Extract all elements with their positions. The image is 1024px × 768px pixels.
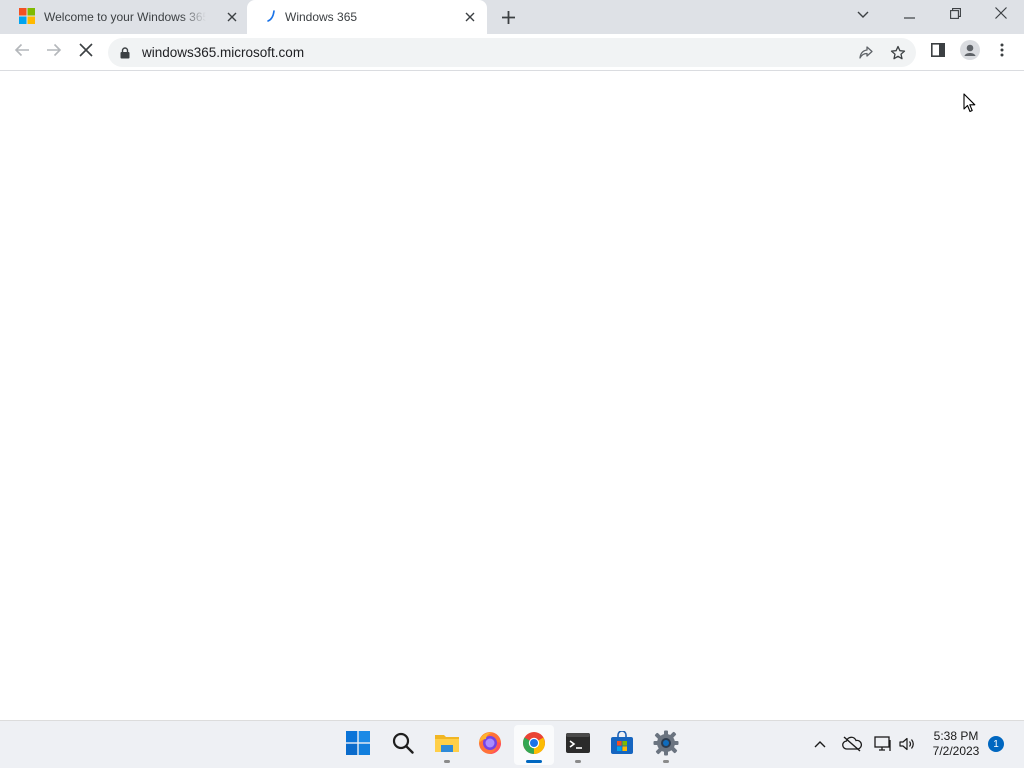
firefox-icon bbox=[478, 731, 502, 760]
windows-start-icon bbox=[346, 730, 370, 760]
close-window-button[interactable] bbox=[978, 0, 1024, 30]
taskbar: 5:38 PM 7/2/2023 1 bbox=[0, 720, 1024, 768]
tab-title: Windows 365 bbox=[285, 10, 358, 24]
back-arrow-icon bbox=[14, 42, 30, 63]
tab-windows365[interactable]: Windows 365 bbox=[247, 0, 487, 34]
chevron-down-icon bbox=[857, 6, 869, 24]
firefox-button[interactable] bbox=[470, 725, 510, 765]
bookmark-star-icon[interactable] bbox=[888, 43, 908, 63]
clock[interactable]: 5:38 PM 7/2/2023 bbox=[924, 729, 988, 759]
side-panel-icon bbox=[931, 42, 945, 62]
close-icon[interactable] bbox=[463, 10, 477, 24]
close-icon[interactable] bbox=[225, 10, 239, 24]
network-icon[interactable] bbox=[872, 733, 894, 755]
minimize-button[interactable] bbox=[886, 0, 932, 30]
more-vertical-icon bbox=[1000, 43, 1004, 62]
profile-button[interactable] bbox=[958, 39, 982, 65]
stop-loading-button[interactable] bbox=[74, 40, 98, 64]
search-icon bbox=[392, 732, 414, 759]
chrome-button[interactable] bbox=[514, 725, 554, 765]
minimize-icon bbox=[903, 6, 915, 24]
page-content[interactable] bbox=[0, 71, 1024, 720]
close-icon bbox=[995, 6, 1007, 24]
chrome-icon bbox=[522, 731, 546, 760]
browser-toolbar: windows365.microsoft.com bbox=[0, 34, 1024, 71]
forward-button[interactable] bbox=[42, 40, 66, 64]
loading-spinner-icon bbox=[267, 9, 277, 26]
tab-welcome[interactable]: Welcome to your Windows 365 Cloud PC bbox=[8, 0, 246, 34]
restore-icon bbox=[949, 6, 961, 24]
file-explorer-button[interactable] bbox=[427, 725, 467, 765]
lock-icon[interactable] bbox=[120, 46, 130, 64]
chevron-up-icon bbox=[814, 735, 826, 753]
terminal-button[interactable] bbox=[558, 725, 598, 765]
running-indicator bbox=[526, 760, 542, 763]
browser-menu-button[interactable] bbox=[990, 40, 1014, 64]
settings-icon bbox=[653, 730, 679, 761]
tab-strip: Welcome to your Windows 365 Cloud PC Win… bbox=[0, 0, 1024, 34]
notification-badge[interactable]: 1 bbox=[988, 736, 1004, 752]
side-panel-button[interactable] bbox=[926, 40, 950, 64]
store-button[interactable] bbox=[602, 725, 642, 765]
settings-button[interactable] bbox=[646, 725, 686, 765]
store-icon bbox=[610, 729, 634, 760]
restore-button[interactable] bbox=[932, 0, 978, 30]
share-icon[interactable] bbox=[856, 43, 876, 63]
address-bar[interactable]: windows365.microsoft.com bbox=[108, 38, 916, 67]
running-indicator bbox=[575, 760, 581, 763]
avatar-icon bbox=[960, 39, 980, 65]
onedrive-offline-icon[interactable] bbox=[841, 733, 863, 755]
start-button[interactable] bbox=[338, 725, 378, 765]
running-indicator bbox=[444, 760, 450, 763]
new-tab-button[interactable] bbox=[500, 9, 517, 26]
terminal-icon bbox=[566, 732, 590, 758]
url-text[interactable]: windows365.microsoft.com bbox=[142, 45, 304, 60]
clock-time: 5:38 PM bbox=[933, 729, 979, 743]
clock-date: 7/2/2023 bbox=[932, 744, 980, 758]
running-indicator bbox=[663, 760, 669, 763]
search-button[interactable] bbox=[383, 725, 423, 765]
tab-search-button[interactable] bbox=[840, 0, 886, 30]
show-hidden-icons-button[interactable] bbox=[809, 733, 831, 755]
file-explorer-icon bbox=[434, 732, 460, 759]
tab-title: Welcome to your Windows 365 Cloud PC bbox=[44, 10, 206, 24]
microsoft-logo-icon bbox=[19, 7, 35, 27]
volume-icon[interactable] bbox=[896, 733, 918, 755]
back-button[interactable] bbox=[10, 40, 34, 64]
close-icon bbox=[79, 42, 93, 62]
mouse-cursor-icon bbox=[963, 93, 977, 119]
forward-arrow-icon bbox=[46, 42, 62, 63]
